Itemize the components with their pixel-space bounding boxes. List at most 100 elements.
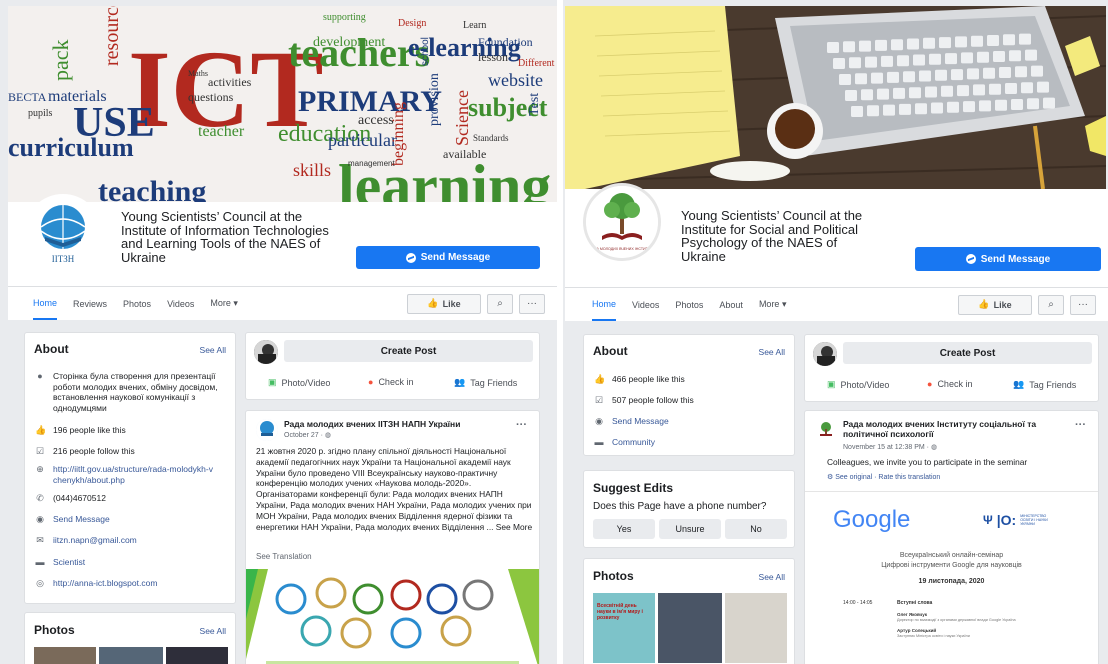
thumbs-up-icon: 👍	[594, 374, 606, 384]
blog-link[interactable]: http://anna-ict.blogspot.com	[53, 578, 157, 589]
avatar-label: ІІТЗН	[52, 254, 75, 264]
post-image[interactable]: Google Ψ |O: МІНІСТЕРСТВО ОСВІТИ І НАУКИ…	[805, 491, 1098, 664]
more-options-button[interactable]: ···	[1070, 294, 1096, 315]
tab-videos[interactable]: Videos	[167, 287, 194, 320]
search-button[interactable]: ⌕	[1038, 294, 1064, 315]
post-card: Рада молодих вчених ІІТЗН НАПН України O…	[245, 410, 540, 664]
keyboard-key	[903, 71, 915, 83]
page-avatar[interactable]: РАДА МОЛОДИХ ВЧЕНИХ ІНСТИТУТУ	[583, 183, 661, 261]
photo-video-button[interactable]: ▣ Photo/Video	[827, 379, 889, 390]
more-options-button[interactable]: ···	[519, 293, 545, 314]
tag-friends-button[interactable]: 👥 Tag Friends	[454, 377, 517, 388]
word-cloud-word: Maths	[188, 69, 208, 78]
like-button[interactable]: 👍 Like	[407, 293, 481, 314]
google-logo: Google	[833, 506, 911, 533]
tab-videos[interactable]: Videos	[632, 288, 659, 321]
word-cloud-word: available	[443, 147, 486, 161]
tab-home[interactable]: Home	[33, 287, 58, 320]
phone-row: ✆ (044)4670512	[35, 493, 106, 504]
tab-more[interactable]: More ▾	[210, 287, 238, 320]
speaker-1-role: Директор по взаємодії з органами державн…	[897, 618, 1016, 622]
partner-logo	[390, 617, 422, 649]
answer-unsure-button[interactable]: Unsure	[659, 519, 721, 539]
word-cloud-word: particular	[328, 130, 397, 150]
check-in-button[interactable]: ● Check in	[927, 379, 972, 389]
tree-book-logo: РАДА МОЛОДИХ ВЧЕНИХ ІНСТИТУТУ	[586, 186, 658, 258]
word-cloud-word: materials	[48, 88, 107, 105]
like-button[interactable]: 👍 Like	[958, 294, 1032, 315]
send-message-button[interactable]: Send Message	[356, 246, 540, 269]
keyboard-key	[867, 105, 879, 117]
about-see-all-link[interactable]: See All	[759, 347, 785, 357]
photos-see-all-link[interactable]: See All	[759, 572, 785, 582]
post-author-name[interactable]: Рада молодих вчених Інституту соціальної…	[843, 419, 1058, 439]
tab-more[interactable]: More ▾	[759, 288, 787, 321]
ellipsis-icon: ···	[1078, 299, 1088, 310]
location-pin-icon: ●	[368, 377, 374, 387]
keyboard-key	[973, 84, 985, 96]
create-post-button[interactable]: Create Post	[284, 340, 533, 362]
post-options-icon[interactable]: ···	[1075, 419, 1086, 431]
agenda-item: Вступні слова	[897, 600, 933, 606]
post-image[interactable]	[246, 569, 539, 664]
globe-icon: ◍	[324, 432, 331, 439]
tab-about[interactable]: About	[719, 288, 743, 321]
answer-no-button[interactable]: No	[725, 519, 787, 539]
word-cloud-word: curriculum	[8, 133, 134, 162]
seminar-title-1: Всеукраїнський онлайн-семінар	[899, 552, 1004, 559]
keyboard-key	[893, 87, 905, 99]
photo-video-button[interactable]: ▣ Photo/Video	[268, 377, 330, 388]
see-translation-link[interactable]: See Translation	[256, 552, 312, 561]
photo-thumbnail[interactable]	[34, 647, 96, 664]
word-cloud-word: Foundation	[478, 35, 533, 49]
ministry-logo: Ψ |O: МІНІСТЕРСТВО ОСВІТИ І НАУКИ УКРАЇН…	[983, 512, 1060, 528]
photo-thumbnail[interactable]	[166, 647, 228, 664]
answer-yes-button[interactable]: Yes	[593, 519, 655, 539]
post-timestamp[interactable]: October 27 · ◍	[284, 431, 331, 439]
see-original-link[interactable]: See original · Rate this translation	[835, 474, 940, 481]
about-send-message-link[interactable]: Send Message	[53, 514, 110, 525]
word-cloud-word: teaching	[98, 175, 206, 202]
post-options-icon[interactable]: ···	[516, 419, 527, 431]
photos-see-all-link[interactable]: See All	[200, 626, 226, 636]
page-avatar[interactable]: ІІТЗН	[24, 194, 102, 272]
create-post-button[interactable]: Create Post	[843, 342, 1092, 364]
search-button[interactable]: ⌕	[487, 293, 513, 314]
about-send-message-link[interactable]: Send Message	[612, 416, 669, 427]
category-link[interactable]: Community	[612, 437, 655, 448]
keyboard-key	[935, 69, 947, 81]
cover-photo[interactable]: ICT teachers PRIMARY USE curriculum education…	[8, 6, 557, 202]
keyboard-key	[1015, 66, 1027, 78]
about-see-all-link[interactable]: See All	[200, 345, 226, 355]
post-timestamp[interactable]: November 15 at 12:38 PM · ◍	[843, 443, 937, 451]
follows-row: ☑ 507 people follow this	[594, 395, 694, 406]
keyboard-key	[989, 83, 1001, 95]
tab-reviews[interactable]: Reviews	[73, 287, 107, 320]
send-message-button[interactable]: Send Message	[915, 247, 1101, 271]
see-original-row: ⚙ See original · Rate this translation	[827, 473, 940, 481]
keyboard-key	[999, 67, 1011, 78]
keyboard-key	[851, 106, 863, 117]
post-author-name[interactable]: Рада молодих вчених ІІТЗН НАПН України	[284, 419, 504, 429]
photo-thumbnail[interactable]	[99, 647, 163, 664]
tab-home[interactable]: Home	[592, 288, 617, 321]
keyboard-key	[983, 67, 995, 79]
photo-thumbnail[interactable]: Всесвітній день науки в ім'я миру і розв…	[593, 593, 655, 663]
check-in-button[interactable]: ● Check in	[368, 377, 413, 387]
website-link[interactable]: http://iitlt.gov.ua/structure/rada-molod…	[53, 464, 215, 485]
keyboard-key	[1003, 34, 1015, 46]
follows-text: 216 people follow this	[53, 446, 135, 456]
info-icon: ●	[37, 371, 43, 381]
cover-photo[interactable]	[565, 6, 1106, 189]
photo-thumbnail[interactable]	[725, 593, 787, 663]
word-cloud-word: Science	[452, 90, 472, 146]
category-link[interactable]: Scientist	[53, 557, 85, 568]
tab-photos[interactable]: Photos	[123, 287, 151, 320]
tag-friends-button[interactable]: 👥 Tag Friends	[1013, 379, 1076, 390]
post-author-avatar[interactable]	[256, 419, 278, 441]
word-cloud-word: Test	[527, 93, 542, 116]
tab-photos[interactable]: Photos	[675, 288, 703, 321]
email-link[interactable]: iitzn.napn@gmail.com	[53, 535, 137, 546]
photo-thumbnail[interactable]	[658, 593, 722, 663]
post-author-avatar[interactable]	[815, 419, 837, 441]
